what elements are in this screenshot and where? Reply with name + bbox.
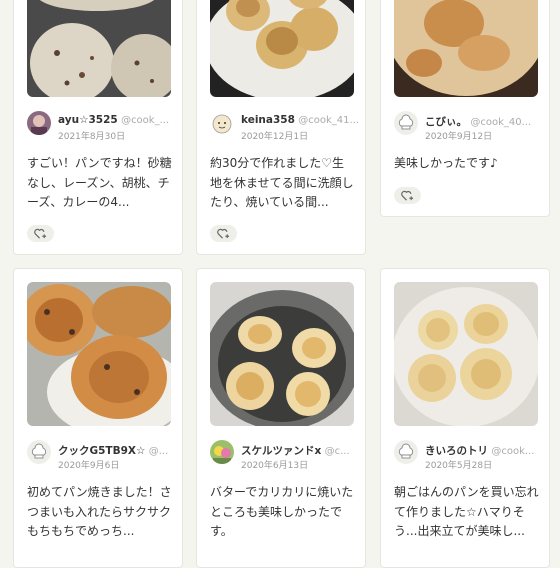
author-name[interactable]: きいろのトリ bbox=[425, 445, 488, 457]
author-handle: @cook... bbox=[491, 446, 535, 457]
post-date: 2020年12月1日 bbox=[241, 132, 309, 142]
comment-text: 朝ごはんのパンを買い忘れて作りました☆ハマりそう...出来立てが美味し... bbox=[394, 485, 539, 538]
dish-photo[interactable] bbox=[27, 282, 171, 426]
chef-hat-icon bbox=[394, 440, 418, 464]
post-date: 2021年8月30日 bbox=[58, 132, 126, 142]
post-date: 2020年5月28日 bbox=[425, 461, 493, 471]
post-date: 2020年6月13日 bbox=[241, 461, 309, 471]
user-avatar[interactable] bbox=[210, 111, 234, 135]
author-info[interactable]: ayu☆3525 @cook_... 2021年8月30日 bbox=[27, 111, 176, 151]
author-handle: @... bbox=[148, 446, 169, 457]
comment-text: 初めてパン焼きました！さつまいも入れたらサクサクもちもちでめっち... bbox=[27, 485, 172, 538]
heart-plus-icon bbox=[401, 190, 414, 201]
heart-plus-icon bbox=[217, 228, 230, 239]
author-name[interactable]: クックG5TB9X☆ bbox=[58, 445, 145, 457]
author-info[interactable]: クックG5TB9X☆ @... 2020年9月6日 bbox=[27, 440, 176, 480]
tsukurepo-card[interactable]: keina358 @cook_41... 2020年12月1日 約30分で作れま… bbox=[196, 0, 366, 255]
like-button[interactable] bbox=[394, 187, 421, 204]
like-button[interactable] bbox=[210, 225, 237, 242]
author-info[interactable]: スケルツァンドx @c... 2020年6月13日 bbox=[210, 440, 359, 480]
author-info[interactable]: こびぃ。 @cook_40... 2020年9月12日 bbox=[394, 111, 543, 151]
author-handle: @cook_40... bbox=[470, 117, 532, 128]
tsukurepo-card[interactable]: こびぃ。 @cook_40... 2020年9月12日 美味しかったです♪ bbox=[380, 0, 550, 217]
tsukurepo-card[interactable]: スケルツァンドx @c... 2020年6月13日 バターでカリカリに焼いたとこ… bbox=[196, 268, 366, 568]
author-handle: @c... bbox=[324, 446, 350, 457]
dish-photo[interactable] bbox=[27, 0, 171, 97]
user-avatar[interactable] bbox=[27, 440, 51, 464]
user-avatar[interactable] bbox=[394, 111, 418, 135]
comment-text: バターでカリカリに焼いたところも美味しかったです。 bbox=[210, 485, 354, 538]
comment-text: すごい！パンですね！砂糖なし、レーズン、胡桃、チーズ、カレーの4... bbox=[27, 156, 172, 209]
comment-text: 美味しかったです♪ bbox=[394, 156, 498, 170]
author-name[interactable]: スケルツァンドx bbox=[241, 445, 321, 457]
chef-hat-icon bbox=[27, 440, 51, 464]
tsukurepo-card[interactable]: クックG5TB9X☆ @... 2020年9月6日 初めてパン焼きました！さつま… bbox=[13, 268, 183, 568]
heart-plus-icon bbox=[34, 228, 47, 239]
tsukurepo-card[interactable]: きいろのトリ @cook... 2020年5月28日 朝ごはんのパンを買い忘れて… bbox=[380, 268, 550, 568]
chef-hat-icon bbox=[394, 111, 418, 135]
dish-photo[interactable] bbox=[394, 0, 538, 97]
tsukurepo-card[interactable]: ayu☆3525 @cook_... 2021年8月30日 すごい！パンですね！… bbox=[13, 0, 183, 255]
user-avatar[interactable] bbox=[27, 111, 51, 135]
like-button[interactable] bbox=[27, 225, 54, 242]
author-handle: @cook_... bbox=[121, 115, 170, 126]
post-date: 2020年9月12日 bbox=[425, 132, 493, 142]
author-name[interactable]: ayu☆3525 bbox=[58, 114, 118, 126]
author-name[interactable]: keina358 bbox=[241, 114, 295, 126]
dish-photo[interactable] bbox=[394, 282, 538, 426]
author-name[interactable]: こびぃ。 bbox=[425, 116, 467, 128]
dish-photo[interactable] bbox=[210, 0, 354, 97]
user-avatar[interactable] bbox=[210, 440, 234, 464]
comment-text: 約30分で作れました♡生地を休ませてる間に洗顔したり、焼いている間... bbox=[210, 156, 354, 209]
dish-photo[interactable] bbox=[210, 282, 354, 426]
author-info[interactable]: keina358 @cook_41... 2020年12月1日 bbox=[210, 111, 359, 151]
author-handle: @cook_41... bbox=[298, 115, 359, 126]
user-avatar[interactable] bbox=[394, 440, 418, 464]
author-info[interactable]: きいろのトリ @cook... 2020年5月28日 bbox=[394, 440, 543, 480]
post-date: 2020年9月6日 bbox=[58, 461, 120, 471]
